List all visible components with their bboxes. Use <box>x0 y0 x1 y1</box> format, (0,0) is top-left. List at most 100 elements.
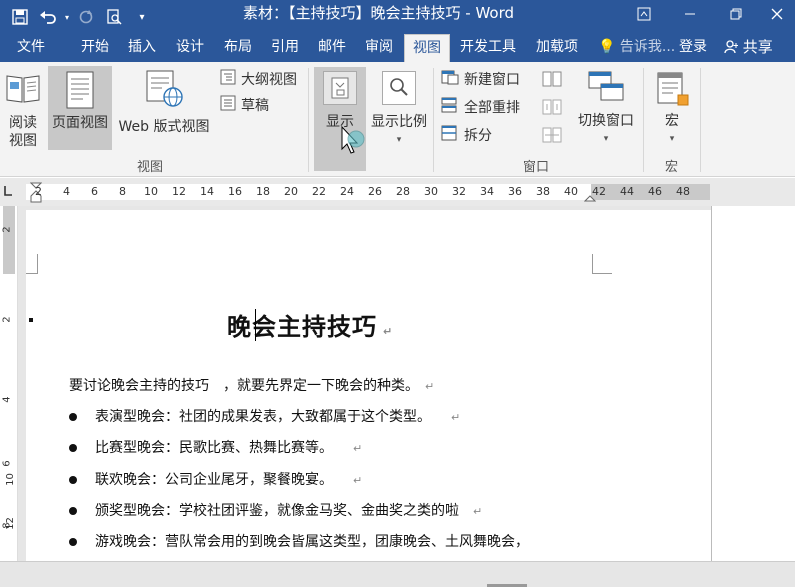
ruler-tick-label: 2 <box>1 316 13 323</box>
bullet-icon <box>69 507 77 515</box>
close-icon[interactable] <box>759 0 795 28</box>
title-bar: ▾ ▾ 素材：【主持技巧】晚会主持技巧 - Word <box>0 0 795 34</box>
margin-corner-mark <box>26 254 38 274</box>
tab-view[interactable]: 视图 <box>404 34 450 63</box>
tab-file[interactable]: 文件 <box>0 34 62 62</box>
intro-paragraph[interactable]: 要讨论晚会主持的技巧 ，就要先界定一下晚会的种类。 ↵ <box>69 375 434 395</box>
ribbon-tab-bar: 文件 开始 插入 设计 布局 引用 邮件 审阅 视图 开发工具 加载项 💡 告诉… <box>0 34 795 63</box>
tab-developer[interactable]: 开发工具 <box>454 34 522 62</box>
share-button[interactable]: 共享 <box>724 34 773 62</box>
web-layout-button[interactable]: Web 版式视图 <box>114 68 214 152</box>
list-item-text: 颁奖型晚会：学校社团评鉴，就像金马奖、金曲奖之类的啦 <box>95 503 459 519</box>
list-item[interactable]: 游戏晚会：营队常会用的到晚会皆属这类型，团康晚会、土风舞晚会， <box>69 531 529 551</box>
macros-group-label: 宏 <box>665 160 679 175</box>
ruler-tick-label: 28 <box>396 185 410 198</box>
ruler-tick-label: 48 <box>676 185 690 198</box>
text-cursor <box>255 309 256 341</box>
switch-windows-icon <box>587 70 625 104</box>
person-add-icon <box>724 38 743 56</box>
new-window-button[interactable]: 新建窗口 <box>441 69 520 91</box>
status-bar <box>0 561 795 587</box>
chevron-down-icon: ▾ <box>669 134 675 144</box>
tell-me-box[interactable]: 💡 告诉我... <box>598 34 675 62</box>
document-heading[interactable]: 晚会主持技巧 ↵ <box>227 307 393 342</box>
ruler-tick-label: 22 <box>312 185 326 198</box>
paragraph-mark: ↵ <box>353 474 363 487</box>
ruler-tick-label: 32 <box>452 185 466 198</box>
web-page-icon <box>144 68 184 108</box>
horizontal-ruler-row: 2 4 6 8 10 12 14 16 18 20 22 24 26 28 30 32 34 36 38 40 42 44… <box>0 178 795 206</box>
list-item[interactable]: 颁奖型晚会：学校社团评鉴，就像金马奖、金曲奖之类的啦 ↵ <box>69 500 482 520</box>
tab-insert[interactable]: 插入 <box>122 34 162 62</box>
vertical-ruler[interactable]: 2 2 4 6 8 10 12 <box>0 206 18 561</box>
switch-windows-button[interactable]: 切换窗口 ▾ <box>574 70 638 156</box>
ruler-tick-label: 26 <box>368 185 382 198</box>
split-label: 拆分 <box>464 128 492 144</box>
paragraph-mark: ↵ <box>451 411 461 424</box>
group-separator <box>700 68 701 172</box>
macros-button[interactable]: 宏 ▾ <box>650 70 694 150</box>
tab-design[interactable]: 设计 <box>170 34 210 62</box>
arrange-all-button[interactable]: 全部重排 <box>441 97 520 119</box>
read-mode-button[interactable]: 阅读 视图 <box>2 68 44 152</box>
ruler-tick-label: 4 <box>1 396 13 403</box>
draft-view-button[interactable]: 草稿 <box>220 95 269 117</box>
list-item-text: 游戏晚会：营队常会用的到晚会皆属这类型，团康晚会、土风舞晚会， <box>95 534 529 550</box>
group-separator <box>643 68 644 172</box>
ruler-tick-label: 4 <box>63 185 70 198</box>
ruler-tick-label: 18 <box>256 185 270 198</box>
bullet-icon <box>69 444 77 452</box>
redo-icon[interactable] <box>72 3 100 31</box>
minimize-icon[interactable] <box>667 0 713 28</box>
undo-dropdown-icon[interactable]: ▾ <box>62 3 72 31</box>
print-layout-button[interactable]: 页面视图 <box>48 66 112 150</box>
tab-layout[interactable]: 布局 <box>218 34 258 62</box>
view-side-by-side-icon[interactable] <box>542 70 562 92</box>
group-separator <box>433 68 434 172</box>
synchronous-scrolling-icon[interactable] <box>542 98 562 120</box>
outline-view-label: 大纲视图 <box>241 72 297 88</box>
list-item[interactable]: 表演型晚会：社团的成果发表，大致都属于这个类型。 ↵ <box>69 406 460 426</box>
tab-references[interactable]: 引用 <box>265 34 305 62</box>
ruler-tick-label: 44 <box>620 185 634 198</box>
list-item[interactable]: 联欢晚会：公司企业尾牙，聚餐晚宴。 ↵ <box>69 469 362 489</box>
horizontal-ruler[interactable]: 2 4 6 8 10 12 14 16 18 20 22 24 26 28 30 32 34 36 38 40 42 44… <box>26 182 710 203</box>
zoom-button[interactable]: 显示比例 ▾ <box>368 67 430 157</box>
tab-selector-icon[interactable] <box>2 184 16 200</box>
customize-qat-icon[interactable]: ▾ <box>128 3 156 31</box>
paragraph-mark: ↵ <box>425 380 435 393</box>
bullet-icon <box>69 538 77 546</box>
ribbon: 阅读 视图 页面视图 Web 版式视图 大纲视图 草稿 视图 显示 显示比例 ▾… <box>0 62 795 177</box>
paragraph-marker-icon <box>29 318 33 322</box>
read-mode-label-2: 视图 <box>9 133 37 149</box>
ribbon-display-options-icon[interactable] <box>621 0 667 28</box>
restore-icon[interactable] <box>713 0 759 28</box>
show-button[interactable]: 显示 <box>314 67 366 171</box>
print-preview-icon[interactable] <box>100 3 128 31</box>
show-icon <box>323 71 357 105</box>
ruler-tick-label: 40 <box>564 185 578 198</box>
outline-view-button[interactable]: 大纲视图 <box>220 69 297 91</box>
views-group-label: 视图 <box>137 160 164 175</box>
list-item-text: 表演型晚会：社团的成果发表，大致都属于这个类型。 <box>95 409 431 425</box>
book-icon <box>4 68 42 106</box>
sign-in-link[interactable]: 登录 <box>679 34 707 62</box>
ruler-tick-label: 30 <box>424 185 438 198</box>
window-group-label: 窗口 <box>523 160 550 175</box>
save-icon[interactable] <box>6 3 34 31</box>
tab-mailings[interactable]: 邮件 <box>312 34 352 62</box>
ruler-tick-label: 10 <box>4 473 16 486</box>
tab-home[interactable]: 开始 <box>73 34 117 62</box>
web-layout-label: Web 版式视图 <box>118 119 210 135</box>
list-item[interactable]: 比赛型晚会：民歌比赛、热舞比赛等。 ↵ <box>69 437 362 457</box>
ruler-tick-label: 46 <box>648 185 662 198</box>
ruler-tick-label: 20 <box>284 185 298 198</box>
undo-icon[interactable] <box>34 3 62 31</box>
right-blank-area <box>711 206 795 561</box>
tab-addins[interactable]: 加载项 <box>530 34 584 62</box>
reset-window-position-icon[interactable] <box>542 126 562 148</box>
quick-access-toolbar: ▾ ▾ <box>0 0 156 34</box>
tab-review[interactable]: 审阅 <box>359 34 399 62</box>
split-button[interactable]: 拆分 <box>441 125 492 147</box>
paragraph-mark: ↵ <box>383 325 394 338</box>
